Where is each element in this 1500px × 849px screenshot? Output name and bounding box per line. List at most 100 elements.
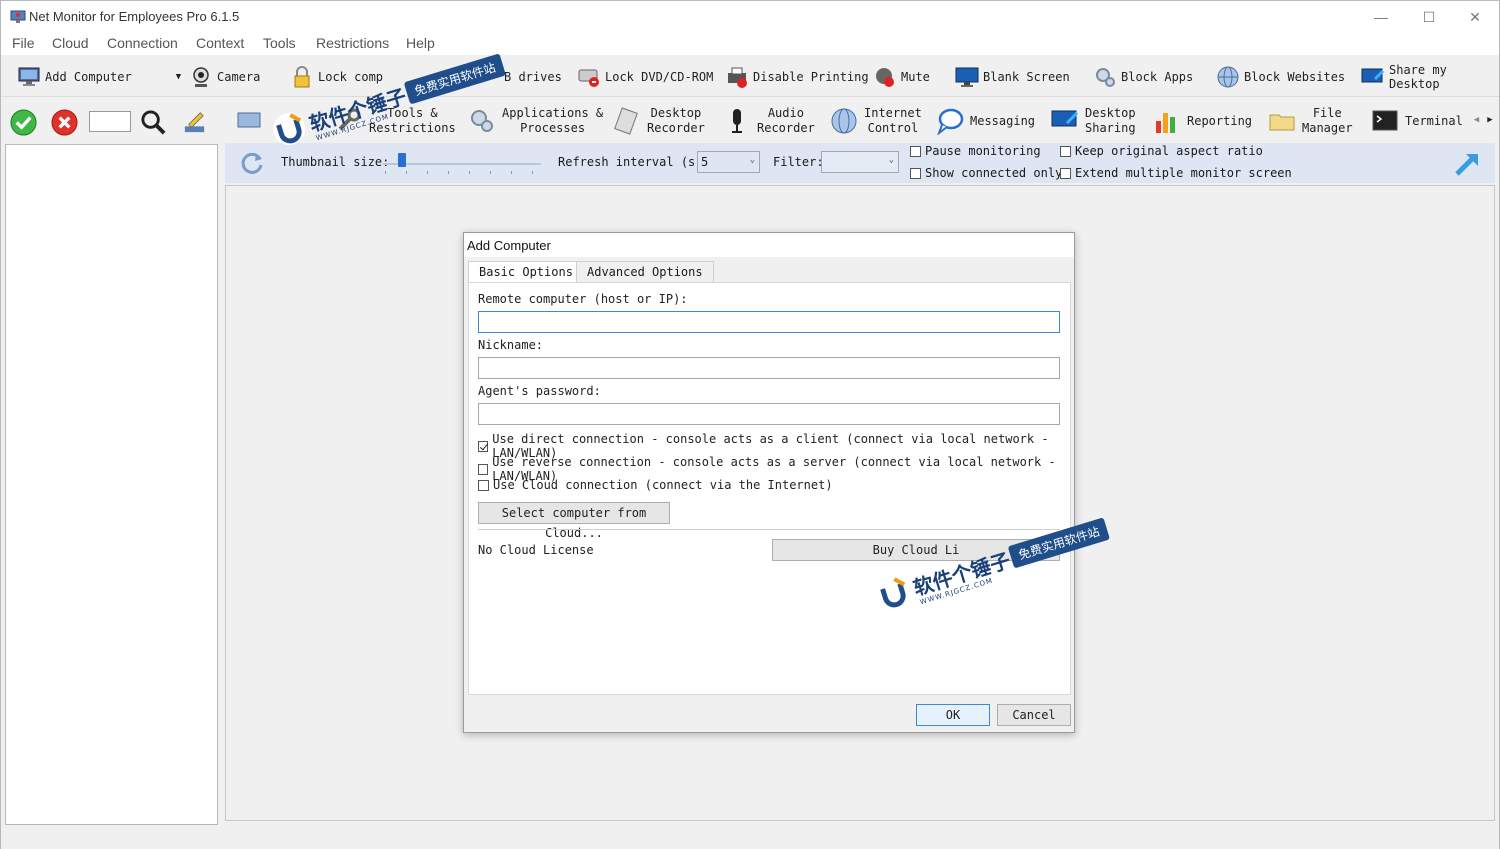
- search-icon[interactable]: [140, 109, 167, 136]
- cloud-connection-label: Use Cloud connection (connect via the In…: [493, 478, 833, 492]
- menu-restrictions[interactable]: Restrictions: [316, 35, 389, 51]
- lock-dvd-button[interactable]: Lock DVD/CD-ROM: [577, 61, 713, 93]
- add-computer-button[interactable]: Add Computer ▼: [17, 61, 181, 93]
- block-websites-button[interactable]: Block Websites: [1216, 61, 1345, 93]
- disconnect-x-icon[interactable]: [51, 109, 78, 136]
- dvd-lock-icon: [578, 69, 599, 87]
- agent-password-input[interactable]: [478, 403, 1060, 425]
- menu-help[interactable]: Help: [406, 35, 435, 51]
- folder-icon: [1269, 114, 1295, 131]
- edit-icon[interactable]: [181, 109, 208, 136]
- scroll-left-icon[interactable]: ◀: [1471, 105, 1482, 135]
- expand-arrow-icon[interactable]: [1453, 150, 1481, 176]
- checkbox-box[interactable]: [478, 479, 489, 491]
- lock-dvd-label: Lock DVD/CD-ROM: [605, 70, 714, 84]
- thumbnails-button[interactable]: [235, 103, 263, 139]
- app-icon: [10, 10, 26, 23]
- filter-label: Filter:: [773, 155, 824, 169]
- menu-context[interactable]: Context: [196, 35, 244, 51]
- refresh-interval-label: Refresh interval (s):: [558, 155, 710, 169]
- desktop-sharing-icon: [1051, 110, 1079, 127]
- divider: [478, 529, 1060, 530]
- checkbox-box[interactable]: [1060, 167, 1071, 179]
- remote-computer-label: Remote computer (host or IP):: [478, 292, 688, 306]
- menu-connection[interactable]: Connection: [107, 35, 178, 51]
- share-desktop-icon: [1361, 68, 1385, 83]
- film-icon: [614, 107, 638, 135]
- blank-screen-label: Blank Screen: [983, 70, 1070, 84]
- globe-icon: [831, 108, 857, 134]
- messaging-button[interactable]: Messaging: [936, 103, 1035, 139]
- menu-cloud[interactable]: Cloud: [52, 35, 89, 51]
- pause-monitoring-checkbox[interactable]: Pause monitoring: [910, 144, 1041, 158]
- reporting-label: Reporting: [1187, 114, 1253, 128]
- refresh-interval-select[interactable]: 5 ⌄: [697, 151, 760, 173]
- minimize-button[interactable]: —: [1369, 7, 1393, 27]
- checkbox-box[interactable]: [478, 463, 489, 475]
- dialog-title: Add Computer: [464, 233, 1074, 257]
- internet-control-button[interactable]: Internet Control: [830, 103, 922, 139]
- slider-thumb[interactable]: [398, 153, 406, 167]
- file-manager-button[interactable]: File Manager: [1268, 103, 1353, 139]
- filter-select[interactable]: ⌄: [821, 151, 899, 173]
- connect-check-icon[interactable]: [10, 109, 37, 136]
- search-input[interactable]: [89, 111, 131, 132]
- nickname-input[interactable]: [478, 357, 1060, 379]
- refresh-interval-value: 5: [701, 155, 709, 169]
- refresh-icon[interactable]: [239, 150, 265, 176]
- add-computer-icon: [18, 67, 40, 86]
- extend-monitor-label: Extend multiple monitor screen: [1075, 166, 1292, 180]
- terminal-button[interactable]: Terminal: [1371, 103, 1463, 139]
- audio-recorder-button[interactable]: Audio Recorder: [723, 103, 815, 139]
- main-toolbar: Add Computer ▼ Camera Lock comp B drives…: [1, 57, 1499, 97]
- tab-advanced-options[interactable]: Advanced Options: [576, 261, 714, 283]
- cloud-connection-option[interactable]: Use Cloud connection (connect via the In…: [478, 478, 833, 492]
- ok-button[interactable]: OK: [916, 704, 990, 726]
- terminal-label: Terminal: [1405, 114, 1463, 128]
- checkbox-box[interactable]: [910, 145, 921, 157]
- lock-computer-label: Lock comp: [318, 70, 384, 84]
- applications-line2: Processes: [520, 121, 586, 135]
- close-button[interactable]: ✕: [1463, 7, 1487, 27]
- menu-tools[interactable]: Tools: [263, 35, 296, 51]
- show-connected-only-label: Show connected only: [925, 166, 1063, 180]
- desktop-sharing-button[interactable]: Desktop Sharing: [1051, 103, 1136, 139]
- blank-screen-button[interactable]: Blank Screen: [955, 61, 1070, 93]
- applications-processes-button[interactable]: Applications & Processes: [468, 103, 603, 139]
- mute-button[interactable]: Mute: [873, 61, 930, 93]
- tab-basic-options[interactable]: Basic Options: [468, 261, 584, 283]
- chevron-down-icon[interactable]: ▼: [176, 72, 181, 82]
- microphone-icon: [732, 109, 742, 133]
- file-manager-line2: Manager: [1302, 121, 1353, 135]
- select-from-cloud-button[interactable]: Select computer from Cloud...: [478, 502, 670, 540]
- reporting-button[interactable]: Reporting: [1153, 103, 1252, 139]
- computer-list-panel[interactable]: [5, 144, 218, 825]
- block-apps-label: Block Apps: [1121, 70, 1194, 84]
- thumbnail-size-slider[interactable]: [383, 151, 543, 177]
- agent-password-label: Agent's password:: [478, 384, 601, 398]
- share-desktop-button[interactable]: Share my Desktop: [1361, 61, 1499, 93]
- disable-printing-button[interactable]: Disable Printing: [725, 61, 869, 93]
- share-desktop-label: Share my Desktop: [1389, 63, 1447, 91]
- show-connected-only-checkbox[interactable]: Show connected only: [910, 166, 1062, 180]
- scroll-right-icon[interactable]: ▶: [1484, 105, 1496, 135]
- block-apps-button[interactable]: Block Apps: [1093, 61, 1193, 93]
- checkbox-box[interactable]: [478, 440, 489, 452]
- lock-drives-button[interactable]: B drives: [504, 61, 562, 93]
- view-options-bar: Thumbnail size: Refresh interval (s): 5 …: [225, 143, 1495, 183]
- file-manager-line1: File: [1312, 106, 1342, 120]
- printer-icon: [728, 67, 747, 88]
- camera-button[interactable]: Camera: [189, 61, 260, 93]
- menu-file[interactable]: File: [12, 35, 35, 51]
- checkbox-box[interactable]: [910, 167, 921, 179]
- desktop-recorder-button[interactable]: Desktop Recorder: [613, 103, 705, 139]
- status-bar: [1, 827, 1499, 849]
- bar-chart-icon: [1156, 113, 1175, 133]
- messaging-label: Messaging: [970, 114, 1036, 128]
- cancel-button[interactable]: Cancel: [997, 704, 1071, 726]
- keep-aspect-ratio-checkbox[interactable]: Keep original aspect ratio: [1060, 144, 1263, 158]
- maximize-button[interactable]: ☐: [1417, 7, 1441, 27]
- checkbox-box[interactable]: [1060, 145, 1071, 157]
- extend-monitor-checkbox[interactable]: Extend multiple monitor screen: [1060, 166, 1292, 180]
- remote-computer-input[interactable]: [478, 311, 1060, 333]
